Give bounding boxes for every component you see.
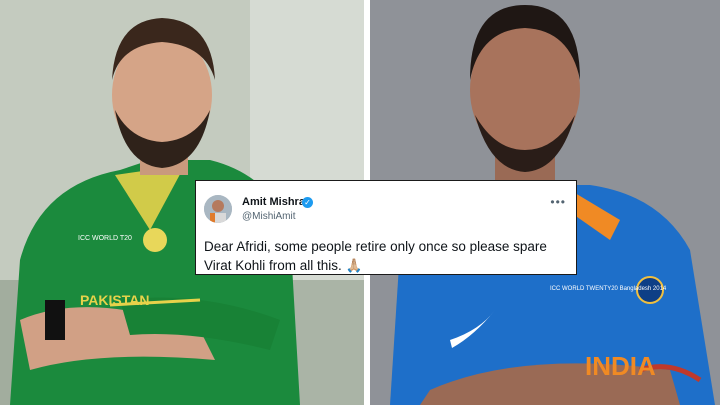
avatar-photo-icon: [204, 195, 232, 223]
tweet-display-name[interactable]: Amit Mishra: [242, 196, 305, 208]
ellipsis-icon[interactable]: •••: [550, 195, 566, 209]
verified-badge-icon: ✓: [302, 197, 313, 208]
afridi-badge-text: ICC WORLD T20: [78, 235, 132, 242]
mishra-jersey-text: INDIA: [585, 351, 656, 381]
tweet-handle[interactable]: @MishiAmit: [242, 211, 296, 222]
mishra-badge-text: ICC WORLD TWENTY20 Bangladesh 2014: [550, 286, 667, 292]
avatar[interactable]: [204, 195, 232, 223]
tweet-card: Amit Mishra ✓ @MishiAmit ••• Dear Afridi…: [195, 180, 577, 275]
afridi-jersey-text: PAKISTAN: [80, 292, 149, 308]
tweet-text: Dear Afridi, some people retire only onc…: [204, 239, 547, 273]
